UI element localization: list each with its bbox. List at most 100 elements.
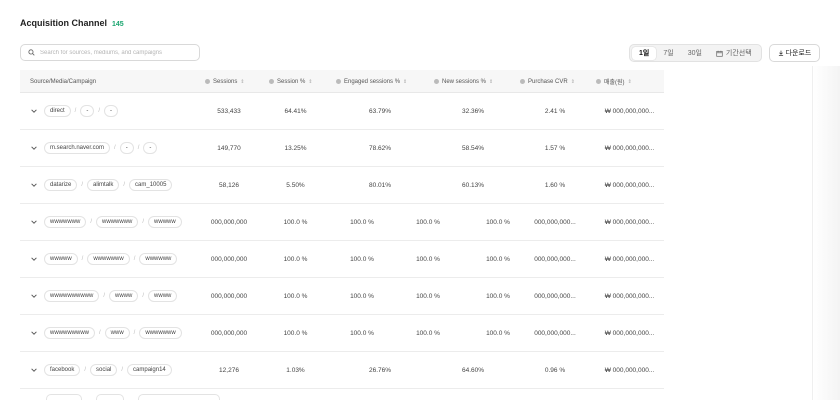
chip-separator: / <box>121 367 124 373</box>
source-cell: facebook / social / campaign14 <box>20 352 195 388</box>
acquisition-channel-panel: Acquisition Channel 145 1일 7일 30일 기간선택 <box>0 0 840 400</box>
extra-pct-cell: 100.0 % <box>416 292 440 300</box>
chevron-down-icon[interactable] <box>30 366 38 374</box>
download-label: 다운로드 <box>785 50 812 57</box>
table-row[interactable]: 000,000,000 100.0 % 100.0 % 100.0 % 100.0 % 0… <box>20 278 664 315</box>
chevron-down-icon[interactable] <box>30 181 38 189</box>
search-input[interactable] <box>40 49 190 56</box>
table-row[interactable]: 533,433 64.41% 63.79% 32.36% 2.41 % ₩ 000,000… <box>20 93 664 130</box>
period-1d[interactable]: 1일 <box>632 46 657 60</box>
sessions-cell: 58,126 <box>219 181 239 189</box>
purchase-cvr-cell: 2.41 % <box>544 107 566 115</box>
new-pct-cell: 32.36% <box>461 107 485 115</box>
engaged-pct-cell: 80.01% <box>368 181 392 189</box>
purchase-cvr-cell: 000,000,000... <box>534 218 576 226</box>
medium-chip: wwwwwww <box>96 216 139 228</box>
chevron-down-icon[interactable] <box>30 329 38 337</box>
table-row[interactable]: 58,126 5.50% 80.01% 60.13% 1.60 % ₩ 000,000,0… <box>20 167 664 204</box>
period-7d[interactable]: 7일 <box>656 47 680 60</box>
chevron-down-icon[interactable] <box>30 255 38 263</box>
row-count-badge: 145 <box>112 21 124 28</box>
source-cell: direct / - / - <box>20 93 195 129</box>
sort-icon[interactable]: ⇕ <box>489 79 493 85</box>
info-icon <box>520 79 525 84</box>
col-header-session-pct[interactable]: Session % ⇕ <box>269 70 313 93</box>
chip-separator: / <box>98 108 101 114</box>
chevron-down-icon[interactable] <box>30 144 38 152</box>
medium-chip: wwwwwww <box>87 253 130 265</box>
revenue-cell: ₩ 000,000,000... <box>604 255 655 263</box>
extra-pct-cell: 100.0 % <box>416 329 440 337</box>
col-header-new-pct[interactable]: New sessions % ⇕ <box>434 70 493 93</box>
table-row[interactable]: 12,276 1.03% 26.76% 64.60% 0.96 % ₩ 000,000,0… <box>20 352 664 389</box>
engaged-pct-cell: 26.76% <box>368 366 392 374</box>
sort-icon[interactable]: ⇕ <box>308 79 312 85</box>
sessions-cell: 000,000,000 <box>210 255 248 263</box>
source-cell: datarize / alimtalk / cam_10005 <box>20 167 195 203</box>
chip-separator: / <box>81 256 84 262</box>
scroll-shadow <box>812 66 840 400</box>
info-icon <box>269 79 274 84</box>
sort-icon[interactable]: ⇕ <box>571 79 575 85</box>
search-icon <box>28 49 35 56</box>
sort-icon[interactable]: ⇕ <box>240 79 244 85</box>
new-pct-cell: 60.13% <box>461 181 485 189</box>
chip-separator: / <box>90 219 93 225</box>
col-header-engaged-pct[interactable]: Engaged sessions % ⇕ <box>336 70 407 93</box>
info-icon <box>336 79 341 84</box>
session-pct-cell: 5.50% <box>286 181 305 189</box>
period-30d[interactable]: 30일 <box>681 47 709 60</box>
sort-icon[interactable]: ⇕ <box>628 79 632 85</box>
engaged-pct-cell: 100.0 % <box>350 218 374 226</box>
col-header-revenue[interactable]: 매출(원) ⇕ <box>596 70 632 93</box>
medium-chip: alimtalk <box>87 179 120 191</box>
sessions-cell: 12,276 <box>219 366 239 374</box>
engaged-pct-cell: 100.0 % <box>350 255 374 263</box>
campaign-chip: wwwww <box>148 216 182 228</box>
table-row[interactable]: 149,770 13.25% 78.62% 58.54% 1.57 % ₩ 000,000… <box>20 130 664 167</box>
source-cell: wwwwwwwwww / wwww / wwww <box>20 278 195 314</box>
col-header-purchase-cvr[interactable]: Purchase CVR ⇕ <box>520 70 575 93</box>
purchase-cvr-cell: 0.96 % <box>544 366 566 374</box>
calendar-icon <box>716 50 723 57</box>
col-header-sessions[interactable]: Sessions ⇕ <box>205 70 245 93</box>
medium-chip: wwww <box>109 290 139 302</box>
source-chip: facebook <box>44 364 81 376</box>
campaign-chip: cam_10005 <box>129 179 173 191</box>
session-pct-cell: 1.03% <box>286 366 305 374</box>
table-row[interactable]: 000,000,000 100.0 % 100.0 % 100.0 % 100.0 % 0… <box>20 315 664 352</box>
campaign-chip: - <box>143 142 158 154</box>
revenue-cell: ₩ 000,000,000... <box>604 144 655 152</box>
purchase-cvr-cell: 1.60 % <box>544 181 566 189</box>
info-icon <box>205 79 210 84</box>
medium-chip: www <box>104 327 130 339</box>
medium-chip: - <box>80 105 95 117</box>
download-button[interactable]: 다운로드 <box>769 44 820 62</box>
custom-period-button[interactable]: 기간선택 <box>709 47 759 60</box>
info-icon <box>434 79 439 84</box>
table-row[interactable]: 000,000,000 100.0 % 100.0 % 100.0 % 100.0 % 0… <box>20 204 664 241</box>
chevron-down-icon[interactable] <box>30 107 38 115</box>
campaign-chip: - <box>104 105 119 117</box>
sessions-cell: 000,000,000 <box>210 218 248 226</box>
source-chip: wwwwwwwww <box>44 327 95 339</box>
chevron-down-icon[interactable] <box>30 292 38 300</box>
revenue-cell: ₩ 000,000,000... <box>604 107 655 115</box>
extra-pct-cell: 100.0 % <box>416 255 440 263</box>
source-cell: wwwwwww / wwwwwww / wwwww <box>20 204 195 240</box>
source-chip: wwwwwwwwww <box>44 290 100 302</box>
chip-separator: / <box>114 145 116 151</box>
sort-icon[interactable]: ⇕ <box>403 79 407 85</box>
panel-header: Acquisition Channel 145 <box>20 18 124 28</box>
source-chip: m.search.naver.com <box>44 142 111 154</box>
search-box[interactable] <box>20 44 200 61</box>
chip-separator: / <box>123 182 126 188</box>
chip-separator: / <box>81 182 84 188</box>
source-cell: wwwwwwwww / www / wwwwwww <box>20 315 195 351</box>
chevron-down-icon[interactable] <box>30 218 38 226</box>
chip-separator: / <box>142 293 145 299</box>
session-pct-cell: 13.25% <box>284 144 307 152</box>
table-row[interactable]: 000,000,000 100.0 % 100.0 % 100.0 % 100.0 % 0… <box>20 241 664 278</box>
chip-separator: / <box>99 330 101 336</box>
period-selector: 1일 7일 30일 기간선택 <box>629 44 762 62</box>
